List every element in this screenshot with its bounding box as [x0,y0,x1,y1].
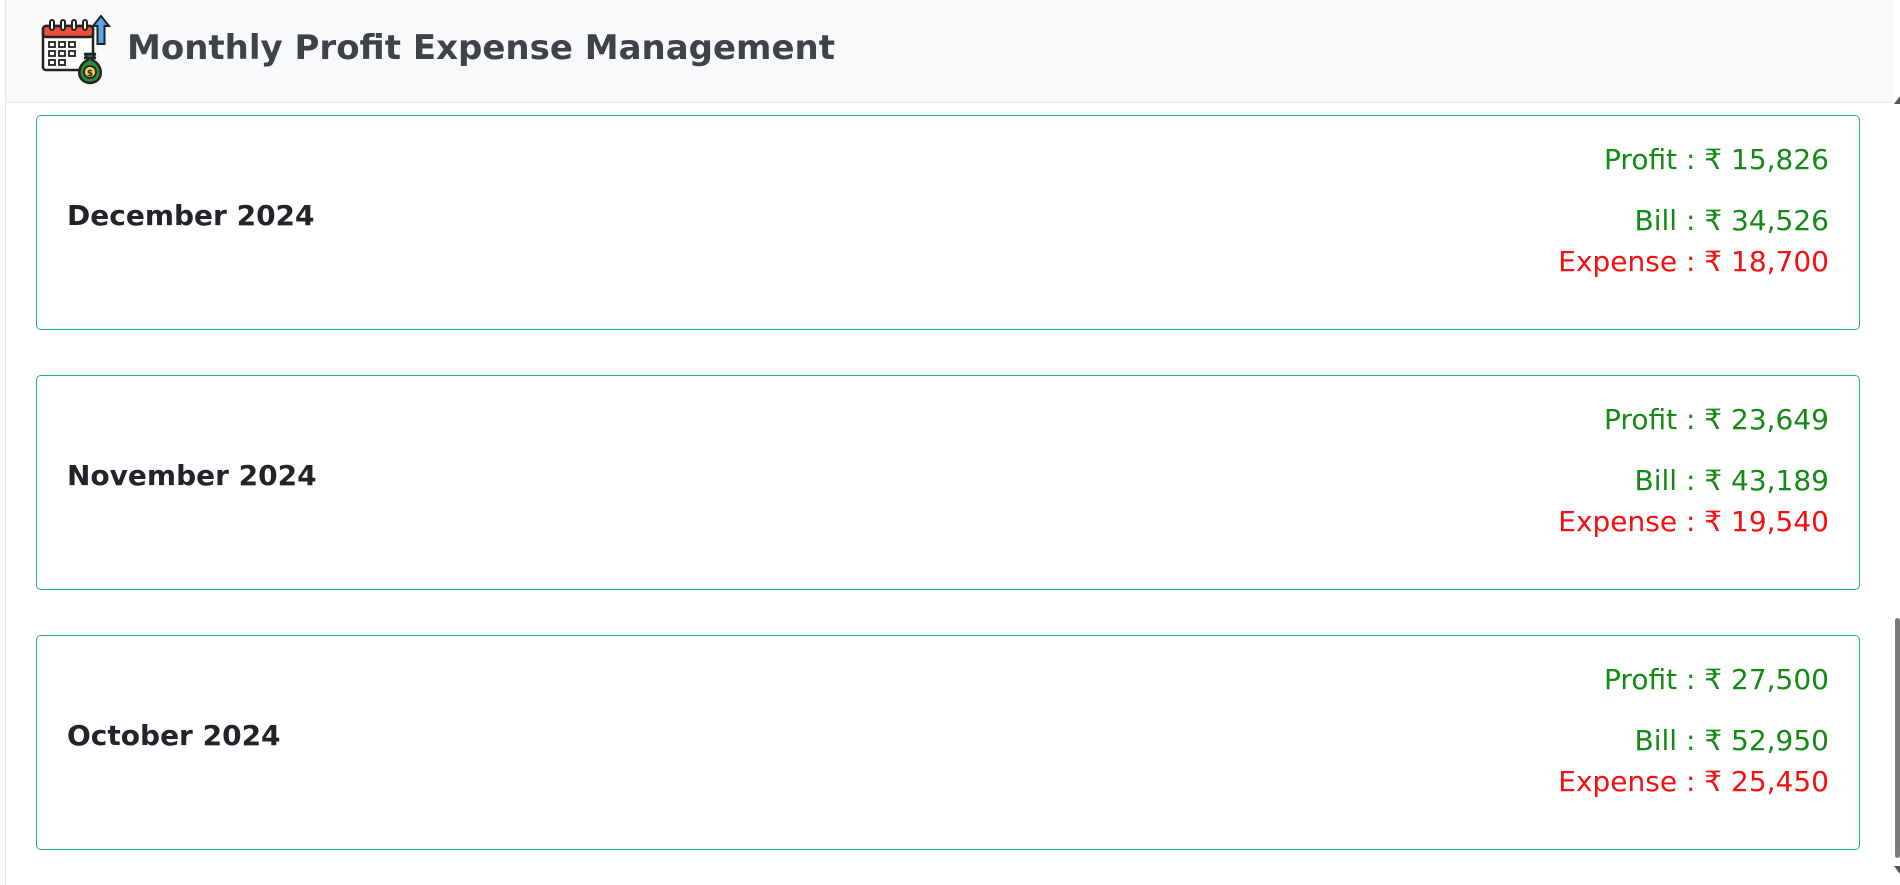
calendar-money-bag-icon: $ [41,14,112,85]
month-card-october-2024[interactable]: October 2024 Profit : ₹ 27,500 Bill : ₹ … [36,635,1860,850]
expense-value: Expense : ₹ 19,540 [1558,505,1829,538]
app-window: $ Monthly Profit Expense Management Dece… [0,0,1900,885]
scroll-up-arrow-icon[interactable] [1894,96,1900,104]
month-label: November 2024 [67,459,317,492]
bill-value: Bill : ₹ 43,189 [1634,464,1829,497]
profit-value: Profit : ₹ 23,649 [1604,403,1829,436]
scroll-down-arrow-icon[interactable] [1894,866,1900,874]
month-card-november-2024[interactable]: November 2024 Profit : ₹ 23,649 Bill : ₹… [36,375,1860,590]
app-header: $ Monthly Profit Expense Management [5,0,1893,103]
month-label: October 2024 [67,719,281,752]
profit-value: Profit : ₹ 27,500 [1604,663,1829,696]
bill-value: Bill : ₹ 52,950 [1634,724,1829,757]
month-figures: Profit : ₹ 15,826 Bill : ₹ 34,526 Expens… [1558,146,1829,276]
month-card-december-2024[interactable]: December 2024 Profit : ₹ 15,826 Bill : ₹… [36,115,1860,330]
profit-value: Profit : ₹ 15,826 [1604,143,1829,176]
bill-value: Bill : ₹ 34,526 [1634,204,1829,237]
expense-value: Expense : ₹ 18,700 [1558,245,1829,278]
month-list: December 2024 Profit : ₹ 15,826 Bill : ₹… [5,103,1893,885]
month-label: December 2024 [67,199,315,232]
month-figures: Profit : ₹ 23,649 Bill : ₹ 43,189 Expens… [1558,406,1829,536]
expense-value: Expense : ₹ 25,450 [1558,765,1829,798]
scrollbar-thumb[interactable] [1895,618,1900,858]
svg-text:$: $ [87,69,93,79]
month-figures: Profit : ₹ 27,500 Bill : ₹ 52,950 Expens… [1558,666,1829,796]
page-title: Monthly Profit Expense Management [127,28,836,68]
